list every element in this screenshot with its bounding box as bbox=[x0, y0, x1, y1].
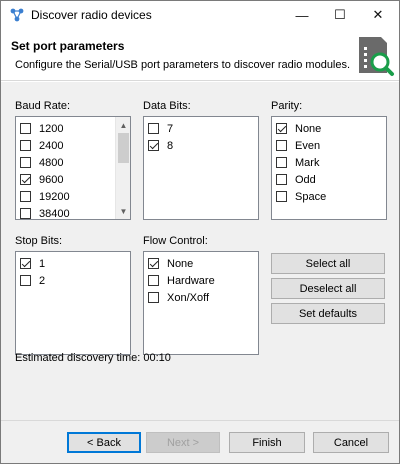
baud-rate-option-1200[interactable]: 1200 bbox=[20, 120, 63, 137]
option-label: 8 bbox=[167, 139, 174, 152]
flow-control-list[interactable]: None Hardware Xon/Xoff bbox=[143, 251, 259, 355]
parity-mark-checkbox[interactable] bbox=[276, 157, 287, 168]
parity-space-checkbox[interactable] bbox=[276, 191, 287, 202]
option-label: 1200 bbox=[39, 122, 64, 135]
close-icon[interactable]: ✕ bbox=[361, 1, 395, 29]
flow-xon-xoff-checkbox[interactable] bbox=[148, 292, 159, 303]
parity-list[interactable]: None Even Mark Odd Space bbox=[271, 116, 387, 220]
option-label: None bbox=[167, 257, 194, 270]
radio-module-search-icon bbox=[359, 37, 394, 76]
flow-none-checkbox[interactable] bbox=[148, 258, 159, 269]
stop-bits-2-checkbox[interactable] bbox=[20, 275, 31, 286]
data-bits-option-8[interactable]: 8 bbox=[148, 137, 173, 154]
maximize-icon[interactable]: ☐ bbox=[323, 1, 357, 29]
baud-rate-option-19200[interactable]: 19200 bbox=[20, 188, 70, 205]
option-label: None bbox=[295, 122, 322, 135]
stop-bits-option-1[interactable]: 1 bbox=[20, 255, 45, 272]
baud-9600-checkbox[interactable] bbox=[20, 174, 31, 185]
wizard-header: Set port parameters Configure the Serial… bbox=[1, 29, 399, 81]
title-bar[interactable]: Discover radio devices — ☐ ✕ bbox=[1, 1, 399, 29]
minimize-icon[interactable]: — bbox=[285, 1, 319, 29]
page-title: Set port parameters bbox=[11, 39, 125, 53]
option-label: 4800 bbox=[39, 156, 64, 169]
next-button[interactable]: Next > bbox=[146, 432, 220, 453]
stop-bits-list[interactable]: 1 2 bbox=[15, 251, 131, 355]
option-label: 38400 bbox=[39, 207, 70, 220]
finish-button[interactable]: Finish bbox=[229, 432, 305, 453]
baud-rate-option-4800[interactable]: 4800 bbox=[20, 154, 63, 171]
stop-bits-option-2[interactable]: 2 bbox=[20, 272, 45, 289]
back-button[interactable]: < Back bbox=[67, 432, 141, 453]
data-bits-list[interactable]: 7 8 bbox=[143, 116, 259, 220]
deselect-all-button[interactable]: Deselect all bbox=[271, 278, 385, 299]
option-label: 7 bbox=[167, 122, 174, 135]
parity-option-even[interactable]: Even bbox=[276, 137, 320, 154]
baud-rate-option-38400[interactable]: 38400 bbox=[20, 205, 70, 220]
baud-38400-checkbox[interactable] bbox=[20, 208, 31, 219]
select-all-button[interactable]: Select all bbox=[271, 253, 385, 274]
baud-rate-scrollbar[interactable]: ▲ ▼ bbox=[115, 117, 130, 219]
cancel-button[interactable]: Cancel bbox=[313, 432, 389, 453]
scroll-down-icon[interactable]: ▼ bbox=[116, 204, 130, 218]
flow-control-label: Flow Control: bbox=[143, 235, 208, 247]
baud-rate-option-2400[interactable]: 2400 bbox=[20, 137, 63, 154]
parity-option-none[interactable]: None bbox=[276, 120, 321, 137]
baud-2400-checkbox[interactable] bbox=[20, 140, 31, 151]
option-label: Xon/Xoff bbox=[167, 291, 209, 304]
baud-4800-checkbox[interactable] bbox=[20, 157, 31, 168]
baud-rate-label: Baud Rate: bbox=[15, 100, 71, 112]
baud-1200-checkbox[interactable] bbox=[20, 123, 31, 134]
data-bits-8-checkbox[interactable] bbox=[148, 140, 159, 151]
option-label: 2400 bbox=[39, 139, 64, 152]
option-label: 19200 bbox=[39, 190, 70, 203]
wizard-footer: < Back Next > Finish Cancel bbox=[1, 420, 399, 463]
baud-rate-option-9600[interactable]: 9600 bbox=[20, 171, 63, 188]
option-label: Hardware bbox=[167, 274, 215, 287]
option-label: Space bbox=[295, 190, 327, 203]
flow-control-option-hardware[interactable]: Hardware bbox=[148, 272, 215, 289]
discover-radio-devices-dialog: Discover radio devices — ☐ ✕ Set port pa… bbox=[0, 0, 400, 464]
parity-option-space[interactable]: Space bbox=[276, 188, 326, 205]
parity-even-checkbox[interactable] bbox=[276, 140, 287, 151]
parity-odd-checkbox[interactable] bbox=[276, 174, 287, 185]
option-label: Mark bbox=[295, 156, 320, 169]
option-label: Even bbox=[295, 139, 321, 152]
data-bits-7-checkbox[interactable] bbox=[148, 123, 159, 134]
data-bits-option-7[interactable]: 7 bbox=[148, 120, 173, 137]
scroll-thumb[interactable] bbox=[118, 133, 129, 163]
parity-none-checkbox[interactable] bbox=[276, 123, 287, 134]
app-network-icon bbox=[10, 8, 24, 22]
option-label: Odd bbox=[295, 173, 316, 186]
flow-control-option-none[interactable]: None bbox=[148, 255, 193, 272]
scroll-up-icon[interactable]: ▲ bbox=[116, 118, 130, 132]
option-label: 2 bbox=[39, 274, 46, 287]
stop-bits-label: Stop Bits: bbox=[15, 235, 63, 247]
option-label: 1 bbox=[39, 257, 46, 270]
option-label: 9600 bbox=[39, 173, 64, 186]
window-title: Discover radio devices bbox=[31, 8, 152, 22]
set-defaults-button[interactable]: Set defaults bbox=[271, 303, 385, 324]
stop-bits-1-checkbox[interactable] bbox=[20, 258, 31, 269]
page-description: Configure the Serial/USB port parameters… bbox=[15, 59, 351, 71]
baud-rate-list[interactable]: 1200 2400 4800 9600 19200 38400 ▲ ▼ bbox=[15, 116, 131, 220]
wizard-content: Baud Rate: 1200 2400 4800 9600 19200 384… bbox=[1, 82, 399, 420]
parity-label: Parity: bbox=[271, 100, 303, 112]
estimated-discovery-time: Estimated discovery time: 00:10 bbox=[15, 352, 171, 364]
baud-19200-checkbox[interactable] bbox=[20, 191, 31, 202]
parity-option-mark[interactable]: Mark bbox=[276, 154, 319, 171]
flow-hardware-checkbox[interactable] bbox=[148, 275, 159, 286]
flow-control-option-xon-xoff[interactable]: Xon/Xoff bbox=[148, 289, 209, 306]
data-bits-label: Data Bits: bbox=[143, 100, 191, 112]
parity-option-odd[interactable]: Odd bbox=[276, 171, 316, 188]
